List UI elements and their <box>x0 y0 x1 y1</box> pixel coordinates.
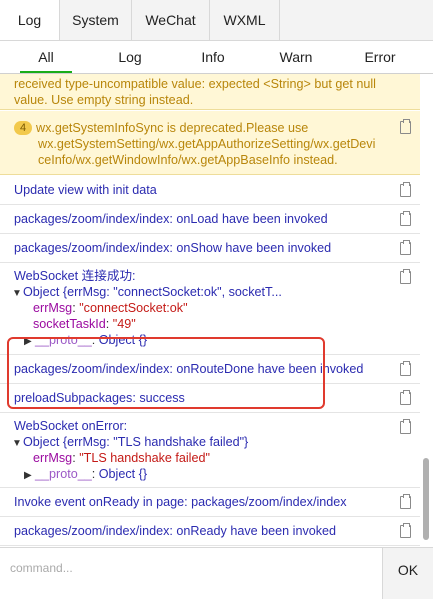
property-row: socketTaskId: "49" <box>33 317 136 331</box>
filter-warn[interactable]: Warn <box>256 41 336 73</box>
property-key: socketTaskId <box>33 317 106 331</box>
warn-entry-type-uncompatible: received type-uncompatible value: expect… <box>0 74 420 110</box>
clipboard-icon[interactable] <box>400 361 411 376</box>
filter-info[interactable]: Info <box>173 41 253 73</box>
log-text: received type-uncompatible value: expect… <box>14 77 376 91</box>
clipboard-icon[interactable] <box>400 182 411 197</box>
clipboard-icon[interactable] <box>400 269 411 284</box>
log-text: packages/zoom/index/index: onLoad have b… <box>14 212 328 226</box>
log-text: Invoke event onReady in page: packages/z… <box>14 495 347 509</box>
ok-button[interactable]: OK <box>382 548 433 599</box>
triangle-down-icon[interactable]: ▼ <box>12 436 23 452</box>
scrollbar[interactable] <box>420 74 433 546</box>
tab-wxml[interactable]: WXML <box>210 0 280 40</box>
log-entry-onshow: packages/zoom/index/index: onShow have b… <box>0 234 420 263</box>
log-text: wx.getSystemSetting/wx.getAppAuthorizeSe… <box>38 137 376 151</box>
repeat-count-badge: 4 <box>14 121 32 135</box>
clipboard-icon[interactable] <box>400 523 411 538</box>
tab-system[interactable]: System <box>60 0 132 40</box>
log-text: packages/zoom/index/index: onShow have b… <box>14 241 332 255</box>
property-key: errMsg <box>33 451 73 465</box>
log-list: received type-uncompatible value: expect… <box>0 74 433 546</box>
log-entry-update-view: Update view with init data <box>0 176 420 205</box>
clipboard-icon[interactable] <box>400 240 411 255</box>
property-value: "TLS handshake failed" <box>79 451 210 465</box>
proto-row[interactable]: ▶ __proto__: Object {} <box>24 466 147 484</box>
log-text: packages/zoom/index/index: onReady have … <box>14 524 337 538</box>
clipboard-icon[interactable] <box>400 494 411 509</box>
triangle-right-icon[interactable]: ▶ <box>24 468 35 484</box>
log-text: wx.getSystemInfoSync is deprecated.Pleas… <box>36 121 309 135</box>
property-value: "connectSocket:ok" <box>79 301 188 315</box>
warn-entry-deprecated: 4 wx.getSystemInfoSync is deprecated.Plea… <box>0 111 420 175</box>
clipboard-icon[interactable] <box>400 211 411 226</box>
log-text: WebSocket 连接成功: <box>14 269 136 283</box>
property-value: Object {} <box>98 467 148 481</box>
error-highlight-box <box>7 337 325 409</box>
clipboard-icon[interactable] <box>400 119 411 134</box>
log-text: Update view with init data <box>14 183 157 197</box>
filter-log[interactable]: Log <box>90 41 170 73</box>
log-entry-onready: packages/zoom/index/index: onReady have … <box>0 517 420 546</box>
filter-all[interactable]: All <box>6 41 86 73</box>
devtools-tab-bar: Log System WeChat WXML <box>0 0 433 41</box>
log-text: ceInfo/wx.getWindowInfo/wx.getAppBaseInf… <box>38 153 338 167</box>
scrollbar-thumb[interactable] <box>423 458 429 540</box>
clipboard-icon[interactable] <box>400 419 411 434</box>
command-bar: OK <box>0 547 433 599</box>
tab-wechat[interactable]: WeChat <box>132 0 210 40</box>
log-text: value. Use empty string instead. <box>14 93 194 107</box>
log-text-row: 4 wx.getSystemInfoSync is deprecated.Plea… <box>14 120 308 136</box>
log-text: WebSocket onError: <box>14 419 128 433</box>
command-input[interactable] <box>8 556 372 580</box>
property-value: "49" <box>112 317 136 331</box>
property-row: errMsg: "TLS handshake failed" <box>33 451 210 465</box>
object-summary: Object {errMsg: "connectSocket:ok", sock… <box>23 285 282 299</box>
clipboard-icon[interactable] <box>400 390 411 405</box>
property-key: __proto__ <box>35 467 92 481</box>
property-row: errMsg: "connectSocket:ok" <box>33 301 188 315</box>
triangle-down-icon[interactable]: ▼ <box>12 286 23 302</box>
filter-error[interactable]: Error <box>340 41 420 73</box>
log-level-filter: All Log Info Warn Error <box>0 41 433 74</box>
log-entry-websocket-error: WebSocket onError: ▼Object {errMsg: "TLS… <box>0 413 420 488</box>
property-key: errMsg <box>33 301 73 315</box>
log-entry-onload: packages/zoom/index/index: onLoad have b… <box>0 205 420 234</box>
log-entry-invoke-ready: Invoke event onReady in page: packages/z… <box>0 488 420 517</box>
tab-log[interactable]: Log <box>0 0 60 40</box>
object-summary: Object {errMsg: "TLS handshake failed"} <box>23 435 249 449</box>
